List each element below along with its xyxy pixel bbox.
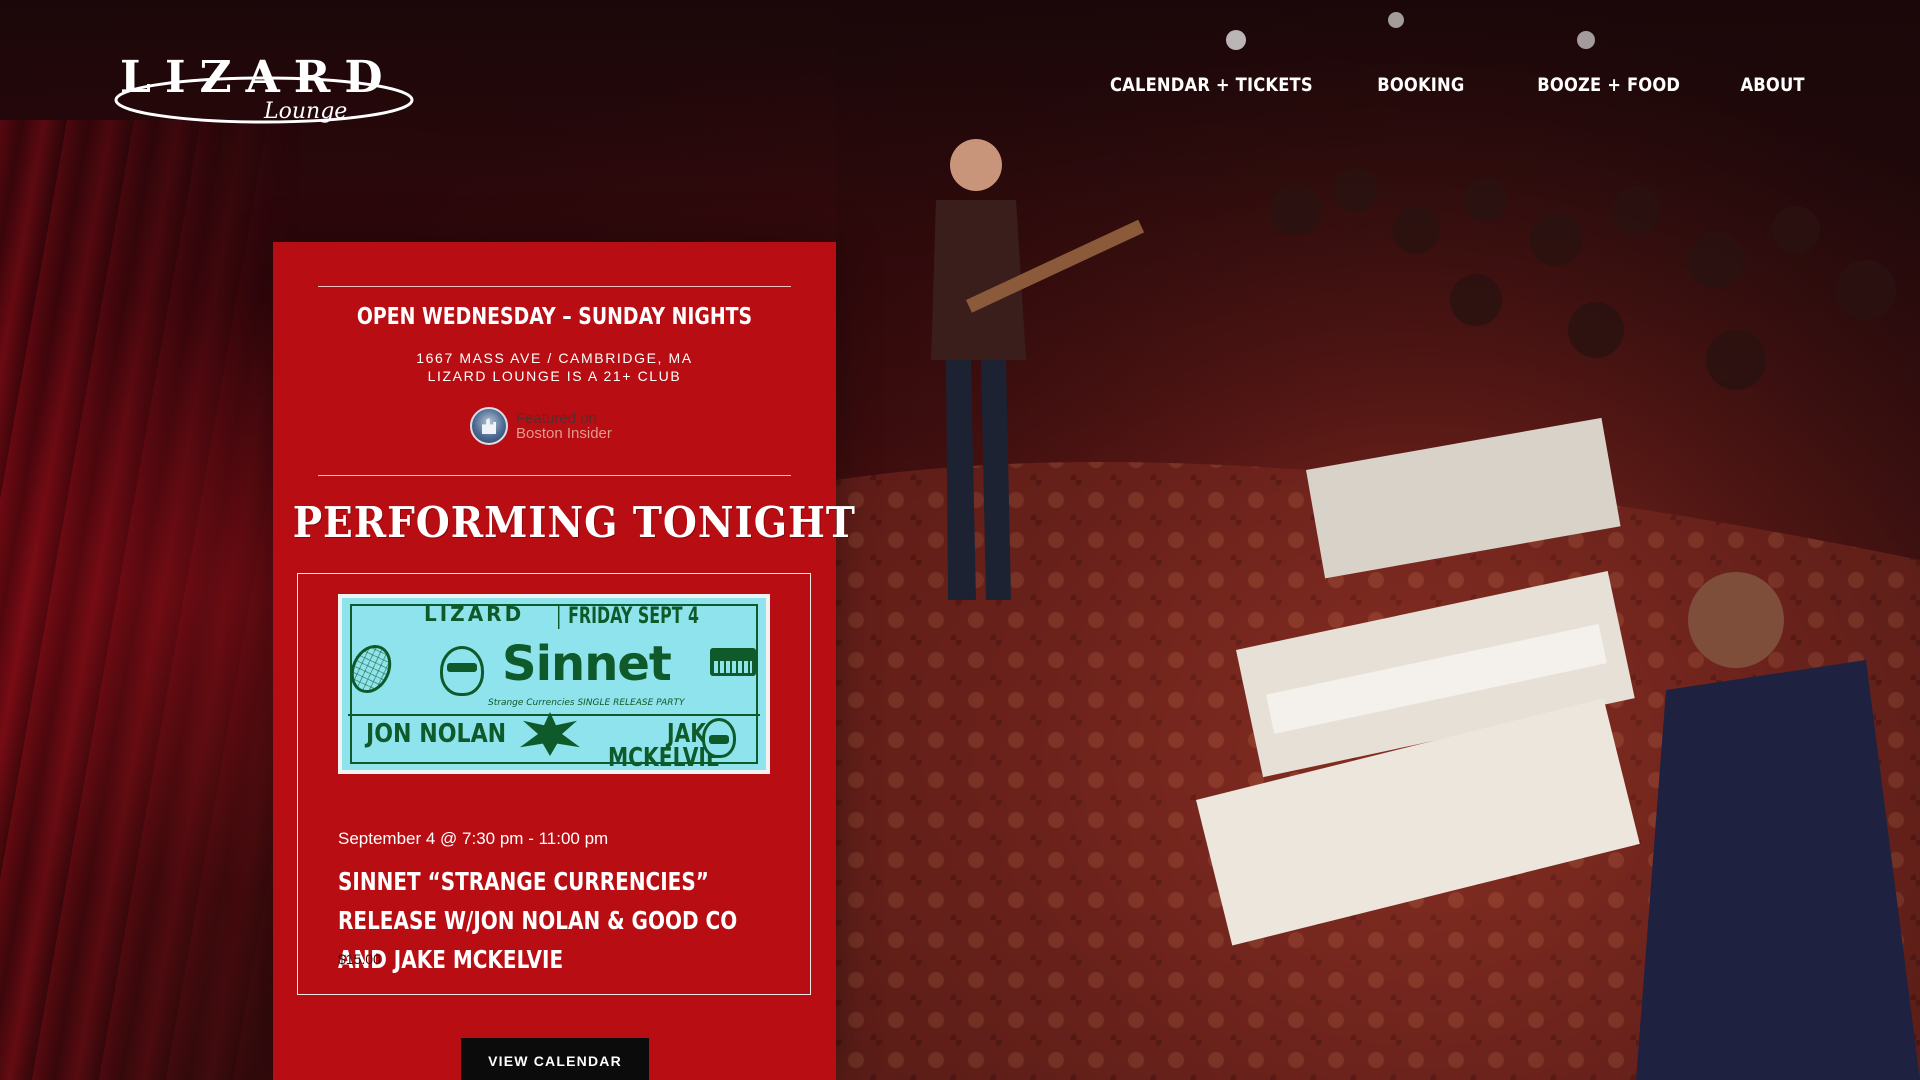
performing-tonight-heading: PERFORMING TONIGHT bbox=[292, 498, 856, 547]
address-line: 1667 MASS AVE / CAMBRIDGE, MA bbox=[416, 350, 693, 366]
boston-insider-icon bbox=[470, 407, 508, 445]
event-flyer[interactable]: LIZARD FRIDAY SEPT 4 Sinnet Strange Curr… bbox=[338, 594, 770, 774]
flyer-subtitle: Strange Currencies SINGLE RELEASE PARTY bbox=[488, 698, 685, 708]
svg-text:Lounge: Lounge bbox=[263, 99, 347, 124]
face-illustration-icon bbox=[440, 646, 484, 696]
band-photo-illustration bbox=[836, 0, 1920, 1080]
main-nav: CALENDAR + TICKETS BOOKING BOOZE + FOOD … bbox=[1077, 74, 1805, 96]
event-title-link[interactable]: SINNET “STRANGE CURRENCIES” RELEASE W/JO… bbox=[338, 862, 786, 979]
stage-photo bbox=[836, 0, 1920, 1080]
featured-label: Featured on bbox=[516, 410, 597, 427]
flyer-act2: JON NOLAN bbox=[366, 719, 507, 749]
info-panel: OPEN WEDNESDAY – SUNDAY NIGHTS 1667 MASS… bbox=[273, 242, 856, 1080]
nav-booze-food[interactable]: BOOZE + FOOD bbox=[1537, 74, 1680, 96]
keyboard-icon bbox=[710, 648, 756, 676]
flyer-headliner: Sinnet bbox=[502, 636, 672, 692]
flyer-date: FRIDAY SEPT 4 bbox=[558, 604, 699, 629]
boston-insider-badge[interactable]: Featured on Boston Insider bbox=[470, 407, 612, 445]
nav-about[interactable]: ABOUT bbox=[1741, 74, 1805, 96]
event-card: LIZARD FRIDAY SEPT 4 Sinnet Strange Curr… bbox=[297, 573, 811, 995]
site-logo[interactable]: LIZARD Lounge bbox=[114, 50, 414, 126]
event-price: $15.00 bbox=[338, 951, 381, 967]
curtain-background bbox=[0, 120, 300, 1080]
svg-text:LIZARD: LIZARD bbox=[120, 52, 397, 103]
face-illustration-icon bbox=[702, 718, 736, 758]
hours-title: OPEN WEDNESDAY – SUNDAY NIGHTS bbox=[356, 304, 753, 330]
view-calendar-button[interactable]: VIEW CALENDAR bbox=[461, 1038, 649, 1080]
divider bbox=[318, 286, 791, 287]
flyer-divider bbox=[348, 714, 760, 716]
event-datetime: September 4 @ 7:30 pm - 11:00 pm bbox=[338, 829, 609, 848]
nav-calendar-tickets[interactable]: CALENDAR + TICKETS bbox=[1110, 74, 1313, 96]
page: LIZARD Lounge CALENDAR + TICKETS BOOKING… bbox=[0, 0, 1920, 1080]
nav-booking[interactable]: BOOKING bbox=[1377, 74, 1464, 96]
lizard-lounge-logo-icon: LIZARD Lounge bbox=[114, 52, 414, 124]
divider bbox=[318, 475, 791, 476]
flyer-act3: JAKE MCKELVIE bbox=[607, 719, 720, 773]
age-line: LIZARD LOUNGE IS A 21+ CLUB bbox=[427, 368, 682, 384]
flyer-venue: LIZARD bbox=[424, 602, 525, 626]
featured-source: Boston Insider bbox=[516, 425, 612, 442]
